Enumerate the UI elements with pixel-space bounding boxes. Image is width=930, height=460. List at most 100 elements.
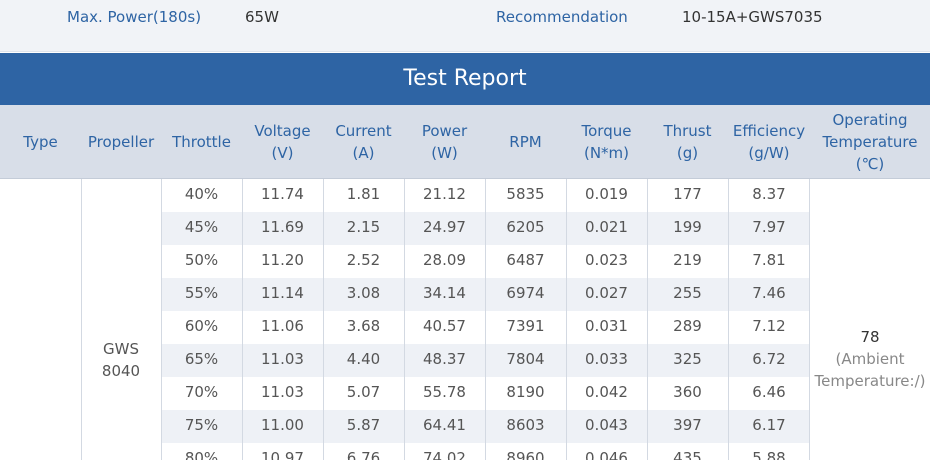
max-power-value: 65W bbox=[245, 8, 279, 26]
cell-thrust: 360 bbox=[673, 383, 702, 401]
col-header-power: Power (W) bbox=[404, 105, 485, 178]
cell-efficiency: 6.46 bbox=[752, 383, 786, 401]
cell-throttle: 75% bbox=[184, 416, 219, 434]
cell-throttle: 45% bbox=[184, 218, 219, 236]
cell-power: 34.14 bbox=[423, 284, 466, 302]
cell-thrust: 177 bbox=[673, 185, 702, 203]
cell-power: 28.09 bbox=[423, 251, 466, 269]
cell-efficiency: 7.97 bbox=[752, 218, 786, 236]
col-header-thrust-unit: (g) bbox=[676, 143, 699, 162]
cell-voltage: 11.03 bbox=[261, 383, 304, 401]
cell-rpm: 8960 bbox=[506, 449, 545, 460]
cell-thrust: 325 bbox=[673, 350, 702, 368]
cell-voltage: 11.14 bbox=[261, 284, 304, 302]
col-header-efficiency: Efficiency (g/W) bbox=[728, 105, 810, 178]
cell-power: 74.02 bbox=[423, 449, 466, 460]
cell-torque: 0.046 bbox=[585, 449, 628, 460]
cell-rpm: 6205 bbox=[506, 218, 545, 236]
col-header-propeller: Propeller bbox=[81, 105, 161, 178]
col-header-temperature: Operating Temperature (℃) bbox=[810, 105, 930, 178]
cell-rpm: 5835 bbox=[506, 185, 545, 203]
cell-voltage: 11.74 bbox=[261, 185, 304, 203]
cell-power: 48.37 bbox=[423, 350, 466, 368]
max-power-label: Max. Power(180s) bbox=[67, 8, 202, 26]
col-header-current-unit: (A) bbox=[352, 143, 375, 162]
cell-throttle: 50% bbox=[184, 251, 219, 269]
cell-thrust: 219 bbox=[673, 251, 702, 269]
cell-voltage: 11.06 bbox=[261, 317, 304, 335]
cell-efficiency: 7.81 bbox=[752, 251, 786, 269]
cell-voltage: 10.97 bbox=[261, 449, 304, 460]
cell-thrust: 435 bbox=[673, 449, 702, 460]
col-header-voltage: Voltage (V) bbox=[242, 105, 323, 178]
cell-voltage: 11.20 bbox=[261, 251, 304, 269]
cell-voltage: 11.00 bbox=[261, 416, 304, 434]
column-header-row: Type Propeller Throttle Voltage (V) Curr… bbox=[0, 105, 930, 179]
col-header-propeller-label: Propeller bbox=[87, 132, 155, 151]
cell-thrust: 255 bbox=[673, 284, 702, 302]
cell-current: 3.68 bbox=[346, 317, 381, 335]
col-header-efficiency-unit: (g/W) bbox=[748, 143, 790, 162]
col-header-torque-unit: (N*m) bbox=[583, 143, 630, 162]
column-divider bbox=[728, 179, 729, 460]
test-report-title: Test Report bbox=[0, 53, 930, 105]
col-header-current: Current (A) bbox=[323, 105, 404, 178]
cell-current: 1.81 bbox=[346, 185, 381, 203]
recommendation-label: Recommendation bbox=[496, 8, 628, 26]
cell-power: 55.78 bbox=[423, 383, 466, 401]
cell-efficiency: 6.72 bbox=[752, 350, 786, 368]
cell-rpm: 6974 bbox=[506, 284, 545, 302]
col-header-throttle-label: Throttle bbox=[172, 132, 231, 151]
cell-thrust: 397 bbox=[673, 416, 702, 434]
cell-throttle: 65% bbox=[184, 350, 219, 368]
cell-throttle: 40% bbox=[184, 185, 219, 203]
column-divider bbox=[485, 179, 486, 460]
cell-torque: 0.019 bbox=[585, 185, 628, 203]
cell-throttle: 80% bbox=[184, 449, 219, 460]
col-header-temperature-unit: (℃) bbox=[855, 154, 885, 173]
temperature-reading: 78 bbox=[860, 328, 880, 346]
col-header-thrust: Thrust (g) bbox=[647, 105, 728, 178]
column-divider bbox=[161, 179, 162, 460]
cell-voltage: 11.03 bbox=[261, 350, 304, 368]
cell-current: 5.07 bbox=[346, 383, 381, 401]
col-header-torque-label: Torque bbox=[581, 121, 632, 140]
col-header-voltage-label: Voltage bbox=[254, 121, 311, 140]
cell-efficiency: 7.12 bbox=[752, 317, 786, 335]
cell-torque: 0.042 bbox=[585, 383, 628, 401]
cell-rpm: 8190 bbox=[506, 383, 545, 401]
column-divider bbox=[647, 179, 648, 460]
col-header-power-unit: (W) bbox=[431, 143, 458, 162]
column-divider bbox=[809, 179, 810, 460]
cell-torque: 0.023 bbox=[585, 251, 628, 269]
column-divider bbox=[404, 179, 405, 460]
cell-efficiency: 6.17 bbox=[752, 416, 786, 434]
col-header-voltage-unit: (V) bbox=[271, 143, 294, 162]
cell-current: 5.87 bbox=[346, 416, 381, 434]
cell-efficiency: 5.88 bbox=[752, 449, 786, 460]
cell-power: 24.97 bbox=[423, 218, 466, 236]
cell-current: 4.40 bbox=[346, 350, 381, 368]
col-header-rpm-label: RPM bbox=[509, 132, 542, 151]
propeller-cell bbox=[81, 179, 161, 460]
propeller-model: 8040 bbox=[101, 362, 141, 380]
cell-torque: 0.033 bbox=[585, 350, 628, 368]
column-divider bbox=[566, 179, 567, 460]
cell-voltage: 11.69 bbox=[261, 218, 304, 236]
spec-row: Max. Power(180s) 65W Recommendation 10-1… bbox=[0, 0, 930, 52]
cell-torque: 0.031 bbox=[585, 317, 628, 335]
column-divider bbox=[242, 179, 243, 460]
column-divider bbox=[323, 179, 324, 460]
cell-current: 6.76 bbox=[346, 449, 381, 460]
col-header-temperature-label-2: Temperature bbox=[822, 132, 918, 151]
col-header-thrust-label: Thrust bbox=[663, 121, 712, 140]
col-header-current-label: Current bbox=[335, 121, 392, 140]
cell-torque: 0.021 bbox=[585, 218, 628, 236]
cell-torque: 0.043 bbox=[585, 416, 628, 434]
cell-power: 64.41 bbox=[423, 416, 466, 434]
col-header-throttle: Throttle bbox=[161, 105, 242, 178]
cell-power: 40.57 bbox=[423, 317, 466, 335]
col-header-type: Type bbox=[0, 105, 81, 178]
cell-rpm: 7391 bbox=[506, 317, 545, 335]
column-divider bbox=[81, 179, 82, 460]
